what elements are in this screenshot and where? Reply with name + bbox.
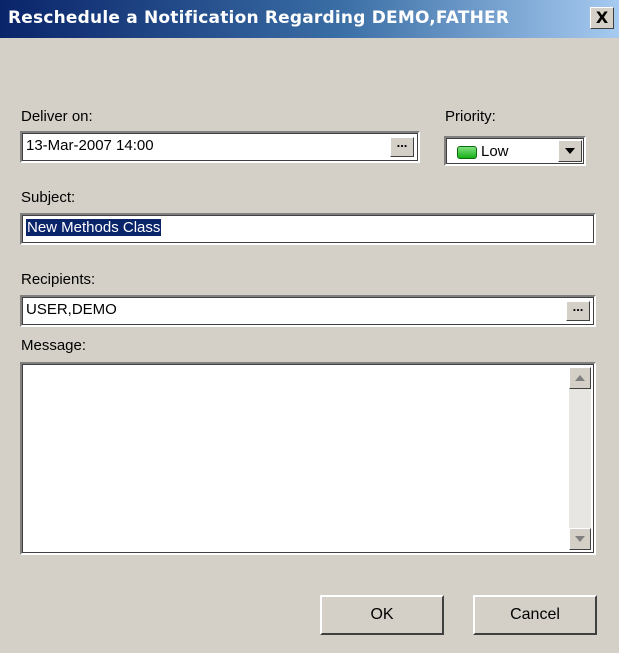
ellipsis-icon: ... [572, 299, 584, 314]
priority-select[interactable]: Low [444, 136, 586, 166]
close-icon: X [595, 8, 609, 27]
message-textarea[interactable] [20, 362, 596, 555]
arrow-up-icon [575, 375, 585, 381]
cancel-button[interactable]: Cancel [473, 595, 597, 635]
ellipsis-icon: ... [396, 135, 408, 150]
recipients-value: USER,DEMO [26, 301, 117, 318]
scroll-down-button[interactable] [569, 528, 591, 550]
deliver-on-field[interactable]: 13-Mar-2007 14:00 ... [20, 131, 420, 163]
priority-label: Priority: [445, 108, 496, 125]
subject-input[interactable]: New Methods Class [20, 213, 596, 245]
recipients-field[interactable]: USER,DEMO ... [20, 295, 596, 327]
arrow-down-icon [575, 536, 585, 542]
close-button[interactable]: X [590, 7, 614, 29]
subject-label: Subject: [21, 189, 76, 206]
priority-value: Low [481, 143, 509, 160]
priority-color-icon [457, 146, 477, 159]
window-title: Reschedule a Notification Regarding DEMO… [8, 8, 510, 28]
deliver-on-picker-button[interactable]: ... [390, 135, 414, 157]
deliver-on-value: 13-Mar-2007 14:00 [26, 137, 154, 154]
ok-button[interactable]: OK [320, 595, 444, 635]
scroll-up-button[interactable] [569, 367, 591, 389]
message-scrollbar[interactable] [569, 367, 591, 550]
message-label: Message: [21, 337, 87, 354]
deliver-on-label: Deliver on: [21, 108, 93, 125]
priority-dropdown-button[interactable] [558, 140, 582, 162]
recipients-picker-button[interactable]: ... [566, 299, 590, 321]
subject-value: New Methods Class [26, 219, 162, 236]
chevron-down-icon [565, 148, 575, 154]
subject-selected-text: New Methods Class [26, 219, 162, 236]
reschedule-notification-dialog: Reschedule a Notification Regarding DEMO… [0, 0, 619, 653]
title-bar[interactable]: Reschedule a Notification Regarding DEMO… [0, 0, 619, 38]
recipients-label: Recipients: [21, 271, 96, 288]
